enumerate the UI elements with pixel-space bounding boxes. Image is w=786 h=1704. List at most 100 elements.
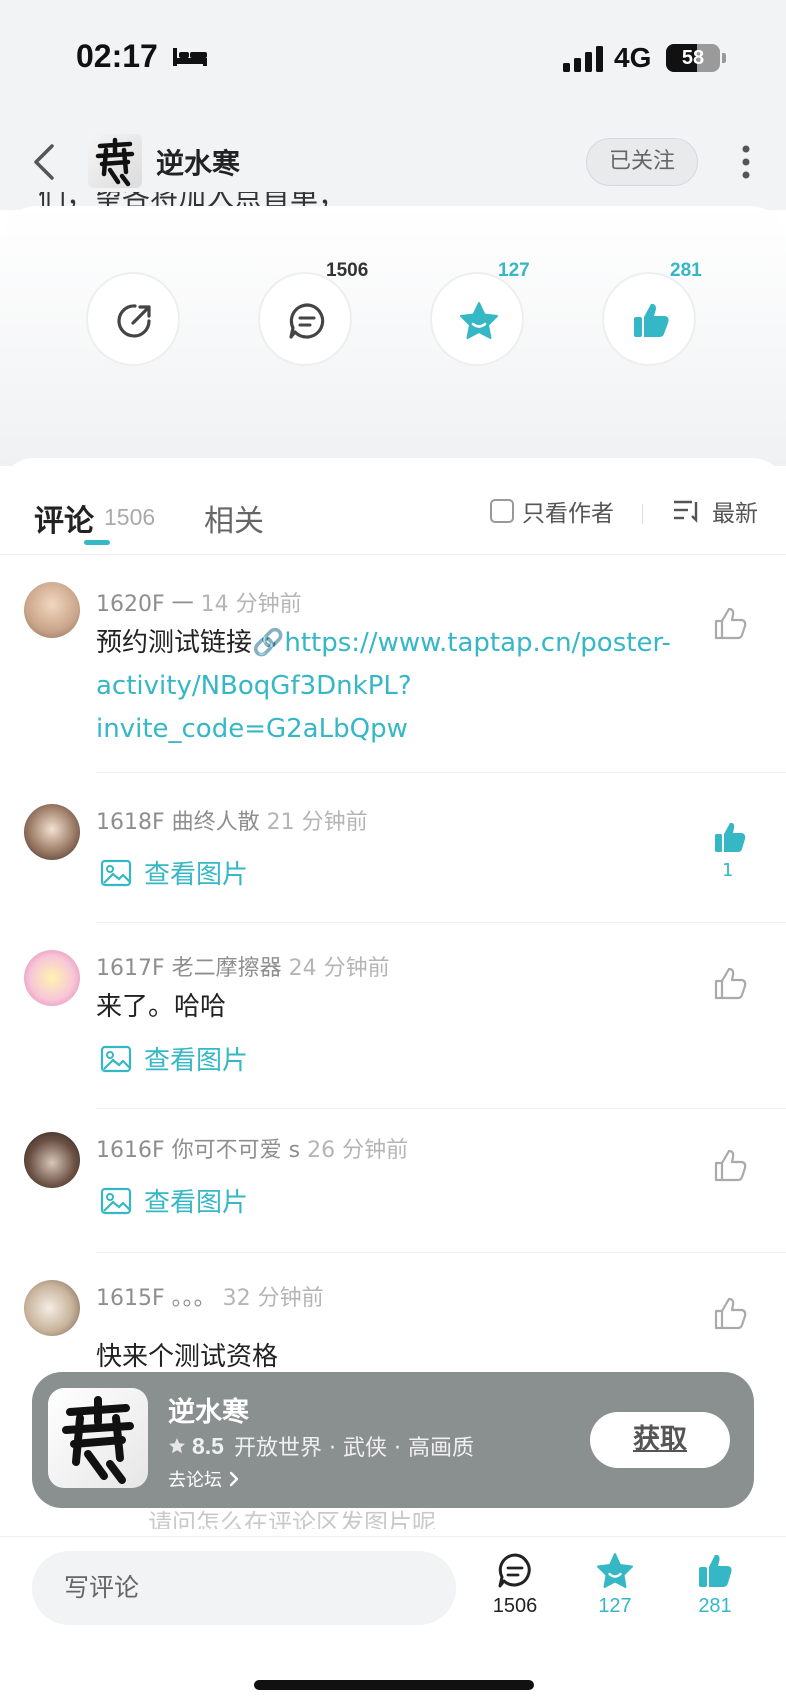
view-image-label: 查看图片 <box>144 1046 249 1076</box>
bottom-like-button[interactable]: 281 <box>675 1551 755 1618</box>
bottom-like-count: 281 <box>698 1595 732 1617</box>
like-icon-active[interactable] <box>712 820 748 856</box>
comment-divider <box>96 922 786 923</box>
calligraphy-logo-icon <box>95 137 135 187</box>
like-icon[interactable] <box>712 966 748 1002</box>
view-image-link[interactable]: 查看图片 <box>100 854 248 891</box>
tab-comments-count: 1506 <box>104 504 156 530</box>
sort-label: 最新 <box>712 501 758 527</box>
app-icon[interactable] <box>48 1388 148 1488</box>
tab-active-indicator <box>84 540 110 545</box>
view-image-label: 查看图片 <box>144 1188 249 1218</box>
comment-meta: 1620F 一 14 分钟前 <box>96 586 302 618</box>
share-icon <box>117 304 151 338</box>
bottom-comment-button[interactable]: 1506 <box>475 1551 555 1618</box>
view-image-link[interactable]: 查看图片 <box>100 1040 248 1077</box>
clock: 02:17 <box>76 38 158 74</box>
comment-floor: 1618F <box>96 810 165 835</box>
comment-count: 1506 <box>326 260 369 281</box>
favorite-action-button[interactable]: 127 <box>430 260 530 366</box>
comment-action-button[interactable]: 1506 <box>258 260 368 366</box>
comment-floor: 1617F <box>96 956 165 981</box>
battery-icon: 58 <box>666 44 720 72</box>
comment-meta: 1615F 。。。 32 分钟前 <box>96 1280 324 1312</box>
app-banner[interactable]: 逆水寒 8.5 开放世界 · 武侠 · 高画质 去论坛 获取 <box>32 1372 754 1508</box>
tabs-divider <box>0 554 786 555</box>
image-icon <box>100 1045 132 1072</box>
comment-icon <box>498 1553 531 1588</box>
tab-related[interactable]: 相关 <box>204 496 264 540</box>
bottom-favorite-button[interactable]: 127 <box>575 1551 655 1618</box>
comment-body: 预约测试链接🔗 <box>96 628 285 658</box>
sort-icon <box>674 500 698 523</box>
follow-button[interactable]: 已关注 <box>586 138 698 186</box>
like-count: 281 <box>670 260 702 281</box>
tab-comments[interactable]: 评论 <box>34 496 94 540</box>
comment-text: 来了。哈哈 <box>96 992 227 1022</box>
banner-app-name: 逆水寒 <box>168 1397 249 1428</box>
comment-user[interactable]: 。。。 <box>172 1286 216 1311</box>
only-author-filter[interactable]: 只看作者 <box>490 494 614 528</box>
comment-time: 21 分钟前 <box>266 810 368 835</box>
network-type: 4G <box>614 42 652 73</box>
avatar[interactable] <box>24 950 80 1006</box>
battery-level: 58 <box>681 47 705 69</box>
thumbs-up-icon <box>699 1554 732 1587</box>
like-action-button[interactable]: 281 <box>602 260 702 366</box>
go-forum-link[interactable]: 去论坛 <box>168 1466 240 1492</box>
more-options-icon[interactable] <box>740 144 752 180</box>
comment-divider <box>96 1252 786 1253</box>
go-forum-label: 去论坛 <box>168 1470 222 1491</box>
page-title: 逆水寒 <box>156 147 241 180</box>
comment-meta: 1618F 曲终人散 21 分钟前 <box>96 804 368 836</box>
status-bar: 02:17 4G 58 <box>0 0 786 110</box>
calligraphy-logo-icon <box>62 1396 134 1484</box>
avatar[interactable] <box>24 804 80 860</box>
like-icon[interactable] <box>712 606 748 642</box>
avatar[interactable] <box>24 1280 80 1336</box>
view-image-link[interactable]: 查看图片 <box>100 1182 248 1219</box>
comment-user[interactable]: 曲终人散 <box>172 810 260 835</box>
comment-divider <box>96 1108 786 1109</box>
battery-tip <box>722 53 726 63</box>
bottom-comment-count: 1506 <box>492 1595 538 1617</box>
comment-time: 26 分钟前 <box>307 1138 409 1163</box>
star-face-icon <box>597 1553 633 1588</box>
sort-toggle[interactable]: 最新 <box>672 494 758 528</box>
favorite-count: 127 <box>498 260 530 281</box>
comment-time: 32 分钟前 <box>222 1286 324 1311</box>
filter-separator <box>642 504 643 524</box>
write-comment-input[interactable]: 写评论 <box>32 1551 456 1625</box>
avatar[interactable] <box>24 582 80 638</box>
back-arrow-icon[interactable] <box>30 142 58 182</box>
image-icon <box>100 859 132 886</box>
like-icon[interactable] <box>712 1148 748 1184</box>
comment-divider <box>96 772 786 773</box>
only-author-label: 只看作者 <box>522 501 614 527</box>
comment-icon <box>289 303 325 339</box>
chevron-right-icon <box>229 1471 239 1487</box>
banner-rating: 8.5 <box>192 1432 224 1459</box>
app-avatar[interactable] <box>88 134 142 188</box>
like-icon[interactable] <box>712 1296 748 1332</box>
only-author-checkbox[interactable] <box>490 499 514 523</box>
avatar[interactable] <box>24 1132 80 1188</box>
view-image-label: 查看图片 <box>144 860 249 890</box>
comment-user[interactable]: 老二摩擦器 <box>172 956 282 981</box>
home-indicator <box>254 1680 534 1690</box>
rating-star-icon <box>169 1438 185 1454</box>
share-button[interactable] <box>86 272 180 366</box>
bottom-action-bar: 写评论 1506 127 281 <box>0 1536 786 1704</box>
comment-floor: 1616F <box>96 1138 165 1163</box>
bottom-favorite-count: 127 <box>598 1595 632 1617</box>
banner-tags: 开放世界 · 武侠 · 高画质 <box>233 1436 474 1461</box>
banner-info: 8.5 开放世界 · 武侠 · 高画质 <box>168 1430 474 1462</box>
comment-user[interactable]: 一 <box>172 592 194 617</box>
signal-icon <box>563 46 603 72</box>
get-app-button[interactable]: 获取 <box>590 1412 730 1468</box>
comment-time: 24 分钟前 <box>288 956 390 981</box>
comment-text: 预约测试链接🔗https://www.taptap.cn/poster-acti… <box>96 622 706 751</box>
comment-user[interactable]: 你可不可爱 s <box>172 1138 300 1163</box>
comment-time: 14 分钟前 <box>200 592 302 617</box>
comment-floor: 1620F <box>96 592 165 617</box>
